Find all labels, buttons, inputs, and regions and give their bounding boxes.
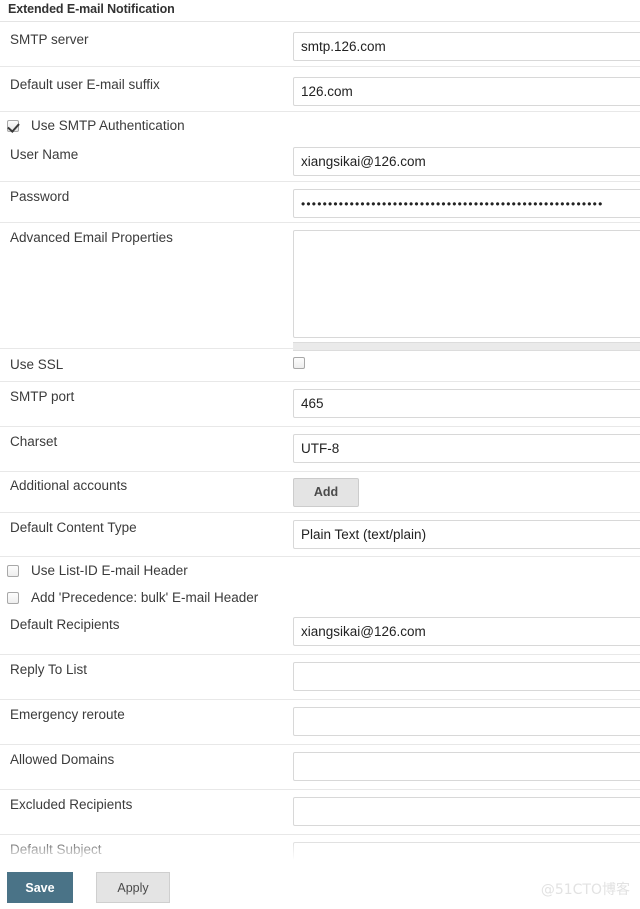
row-precedence-bulk-header: Add 'Precedence: bulk' E-mail Header bbox=[0, 585, 640, 611]
label-use-listid-header: Use List-ID E-mail Header bbox=[31, 563, 188, 578]
label-charset: Charset bbox=[10, 434, 58, 449]
field-user-name bbox=[288, 147, 640, 176]
checkbox-icon-use-ssl[interactable] bbox=[293, 357, 305, 369]
label-advanced-email-properties: Advanced Email Properties bbox=[10, 230, 173, 245]
label-emergency-reroute: Emergency reroute bbox=[10, 707, 125, 722]
row-default-subject: Default Subject bbox=[0, 835, 640, 867]
row-charset: Charset bbox=[0, 427, 640, 472]
smtp-port-input[interactable] bbox=[293, 389, 640, 418]
checkbox-icon-precedence-bulk-header[interactable] bbox=[7, 592, 19, 604]
row-use-listid-header: Use List-ID E-mail Header bbox=[0, 557, 640, 585]
row-default-recipients: Default Recipients bbox=[0, 611, 640, 655]
use-smtp-auth-checkbox-row[interactable]: Use SMTP Authentication bbox=[0, 118, 185, 134]
password-input[interactable] bbox=[293, 189, 640, 218]
field-emergency-reroute bbox=[288, 707, 640, 736]
settings-form: SMTP server Default user E-mail suffix U… bbox=[0, 22, 640, 867]
field-excluded-recipients bbox=[288, 797, 640, 826]
label-email-suffix: Default user E-mail suffix bbox=[10, 77, 160, 92]
field-email-suffix bbox=[288, 77, 640, 106]
checkbox-icon-use-listid-header[interactable] bbox=[7, 565, 19, 577]
label-use-smtp-auth: Use SMTP Authentication bbox=[31, 118, 185, 133]
advanced-email-properties-textarea[interactable] bbox=[293, 230, 640, 338]
user-name-input[interactable] bbox=[293, 147, 640, 176]
field-smtp-port bbox=[288, 389, 640, 418]
email-suffix-input[interactable] bbox=[293, 77, 640, 106]
field-smtp-server bbox=[288, 32, 640, 61]
row-smtp-port: SMTP port bbox=[0, 382, 640, 427]
emergency-reroute-input[interactable] bbox=[293, 707, 640, 736]
label-use-ssl: Use SSL bbox=[10, 357, 64, 372]
field-allowed-domains bbox=[288, 752, 640, 781]
label-default-recipients: Default Recipients bbox=[10, 617, 120, 632]
row-allowed-domains: Allowed Domains bbox=[0, 745, 640, 790]
row-excluded-recipients: Excluded Recipients bbox=[0, 790, 640, 835]
label-reply-to-list: Reply To List bbox=[10, 662, 88, 677]
row-default-content-type: Default Content Type bbox=[0, 513, 640, 557]
page-title: Extended E-mail Notification bbox=[8, 2, 175, 16]
label-default-content-type: Default Content Type bbox=[10, 520, 137, 535]
field-default-content-type bbox=[288, 520, 640, 549]
row-user-name: User Name bbox=[0, 140, 640, 182]
field-password bbox=[288, 189, 640, 218]
default-subject-input[interactable] bbox=[293, 842, 640, 867]
row-advanced-email-properties: Advanced Email Properties bbox=[0, 223, 640, 351]
label-additional-accounts: Additional accounts bbox=[10, 478, 128, 493]
row-email-suffix: Default user E-mail suffix bbox=[0, 67, 640, 112]
row-smtp-server: SMTP server bbox=[0, 22, 640, 67]
add-account-button[interactable]: Add bbox=[293, 478, 359, 507]
reply-to-list-input[interactable] bbox=[293, 662, 640, 691]
checkbox-icon-use-smtp-auth[interactable] bbox=[7, 120, 19, 132]
default-recipients-input[interactable] bbox=[293, 617, 640, 646]
apply-button[interactable]: Apply bbox=[96, 872, 170, 903]
row-use-smtp-auth: Use SMTP Authentication bbox=[0, 112, 640, 140]
field-default-recipients bbox=[288, 617, 640, 646]
field-additional-accounts: Add bbox=[288, 478, 640, 507]
field-use-ssl bbox=[288, 356, 640, 374]
label-excluded-recipients: Excluded Recipients bbox=[10, 797, 133, 812]
row-reply-to-list: Reply To List bbox=[0, 655, 640, 700]
allowed-domains-input[interactable] bbox=[293, 752, 640, 781]
label-smtp-server: SMTP server bbox=[10, 32, 89, 47]
watermark: @51CTO博客 bbox=[540, 882, 630, 898]
smtp-server-input[interactable] bbox=[293, 32, 640, 61]
default-content-type-select[interactable] bbox=[293, 520, 640, 549]
label-smtp-port: SMTP port bbox=[10, 389, 75, 404]
row-password: Password bbox=[0, 182, 640, 223]
label-precedence-bulk-header: Add 'Precedence: bulk' E-mail Header bbox=[31, 590, 259, 605]
row-use-ssl: Use SSL bbox=[0, 349, 640, 382]
label-allowed-domains: Allowed Domains bbox=[10, 752, 115, 767]
field-advanced-email-properties bbox=[288, 230, 640, 351]
field-default-subject bbox=[288, 842, 640, 867]
field-reply-to-list bbox=[288, 662, 640, 691]
label-default-subject: Default Subject bbox=[10, 842, 102, 857]
extended-email-notification-panel: Extended E-mail Notification SMTP server… bbox=[0, 0, 640, 909]
charset-input[interactable] bbox=[293, 434, 640, 463]
row-additional-accounts: Additional accounts Add bbox=[0, 472, 640, 513]
field-charset bbox=[288, 434, 640, 463]
label-user-name: User Name bbox=[10, 147, 79, 162]
excluded-recipients-input[interactable] bbox=[293, 797, 640, 826]
save-button[interactable]: Save bbox=[7, 872, 73, 903]
row-emergency-reroute: Emergency reroute bbox=[0, 700, 640, 745]
form-footer: Save Apply @51CTO博客 bbox=[0, 867, 640, 909]
label-password: Password bbox=[10, 189, 70, 204]
precedence-bulk-checkbox-row[interactable]: Add 'Precedence: bulk' E-mail Header bbox=[0, 590, 258, 606]
use-listid-header-checkbox-row[interactable]: Use List-ID E-mail Header bbox=[0, 563, 188, 579]
